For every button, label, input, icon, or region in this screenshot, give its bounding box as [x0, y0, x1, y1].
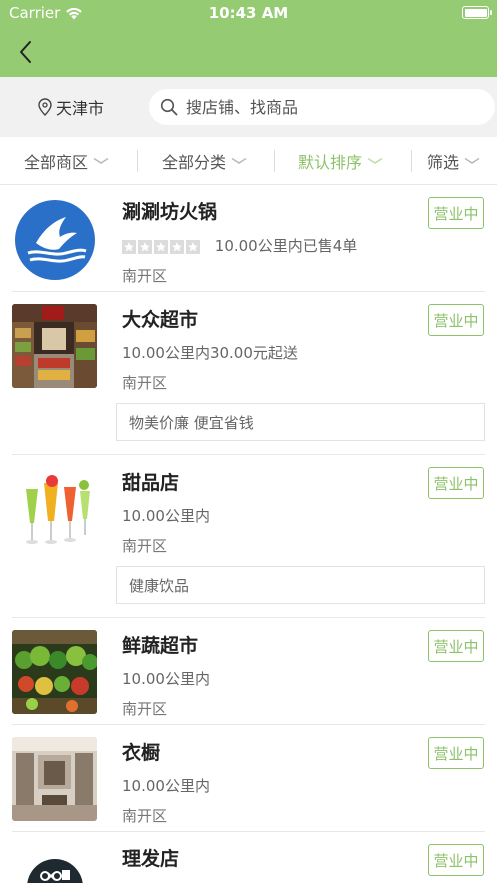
status-bar: Carrier 10:43 AM — [0, 0, 497, 26]
drinks-photo — [12, 467, 97, 551]
filter-business-area[interactable]: 全部商区 — [24, 137, 109, 185]
store-area: 南开区 — [122, 374, 168, 392]
store-notice: 物美价廉 便宜省钱 — [116, 403, 485, 441]
store-name: 鲜蔬超市 — [122, 635, 199, 657]
supermarket-photo — [12, 304, 97, 388]
navigation-bar: Carrier 10:43 AM — [0, 0, 497, 77]
star-icon — [154, 239, 168, 254]
open-status-badge[interactable]: 营业中 — [428, 467, 484, 499]
store-item[interactable]: 衣橱 10.00公里内 南开区 营业中 — [0, 725, 497, 832]
store-area: 南开区 — [122, 537, 168, 555]
filter-category[interactable]: 全部分类 — [162, 137, 247, 185]
search-box[interactable] — [149, 89, 495, 125]
store-meta: 10.00公里内30.00元起送 — [122, 344, 298, 362]
filter-divider — [411, 150, 412, 172]
store-name: 涮涮坊火锅 — [122, 201, 218, 223]
store-name: 理发店 — [122, 848, 180, 870]
search-input[interactable] — [186, 97, 476, 117]
city-label: 天津市 — [56, 99, 105, 118]
store-notice: 健康饮品 — [116, 566, 485, 604]
store-name: 大众超市 — [122, 309, 199, 331]
open-status-badge[interactable]: 营业中 — [428, 197, 484, 229]
filter-label: 筛选 — [427, 153, 460, 172]
store-area: 南开区 — [122, 807, 168, 825]
star-icon — [170, 239, 184, 254]
status-time: 10:43 AM — [208, 4, 289, 22]
filter-divider — [137, 150, 138, 172]
back-arrow-icon[interactable] — [14, 38, 38, 66]
filter-label: 全部商区 — [24, 153, 89, 172]
city-selector[interactable]: 天津市 — [38, 95, 104, 119]
wardrobe-photo — [12, 737, 97, 821]
open-status-badge[interactable]: 营业中 — [428, 630, 484, 662]
chevron-down-icon — [231, 157, 247, 164]
open-status-badge[interactable]: 营业中 — [428, 844, 484, 876]
filter-bar: 全部商区 全部分类 默认排序 筛选 — [0, 137, 497, 185]
store-meta: 10.00公里内 — [122, 777, 210, 795]
store-meta: 10.00公里内 — [122, 670, 210, 688]
filter-divider — [274, 150, 275, 172]
filter-sort[interactable]: 默认排序 — [298, 137, 383, 185]
store-area: 南开区 — [122, 267, 168, 285]
vegetables-photo — [12, 630, 97, 714]
open-status-badge[interactable]: 营业中 — [428, 737, 484, 769]
filter-label: 全部分类 — [162, 153, 227, 172]
store-item[interactable]: 大众超市 10.00公里内30.00元起送 南开区 营业中 物美价廉 便宜省钱 — [0, 292, 497, 455]
search-icon — [160, 98, 178, 116]
store-meta: 10.00公里内 — [122, 507, 210, 525]
star-icon — [138, 239, 152, 254]
store-item[interactable]: 理发店 营业中 — [0, 832, 497, 883]
star-icon — [186, 239, 200, 254]
scissors-logo-icon — [27, 859, 83, 883]
star-icon — [122, 239, 136, 254]
filter-screen[interactable]: 筛选 — [427, 137, 480, 185]
location-pin-icon — [38, 98, 52, 116]
battery-icon — [462, 6, 492, 19]
store-item[interactable]: 甜品店 10.00公里内 南开区 营业中 健康饮品 — [0, 455, 497, 618]
open-status-badge[interactable]: 营业中 — [428, 304, 484, 336]
chevron-down-icon — [464, 157, 480, 164]
chevron-down-icon — [367, 157, 383, 164]
search-row: 天津市 — [0, 77, 497, 137]
chevron-down-icon — [93, 157, 109, 164]
store-area: 南开区 — [122, 700, 168, 718]
store-name: 衣橱 — [122, 742, 161, 764]
store-name: 甜品店 — [122, 472, 180, 494]
store-item[interactable]: 涮涮坊火锅 10.00公里内已售4单 南开区 营业中 — [0, 185, 497, 292]
store-item[interactable]: 鲜蔬超市 10.00公里内 南开区 营业中 — [0, 618, 497, 725]
swallow-logo-icon — [15, 200, 95, 280]
store-meta: 10.00公里内已售4单 — [214, 237, 358, 255]
filter-label: 默认排序 — [298, 153, 363, 172]
store-meta-row: 10.00公里内已售4单 — [122, 235, 357, 256]
rating-stars — [122, 239, 200, 254]
